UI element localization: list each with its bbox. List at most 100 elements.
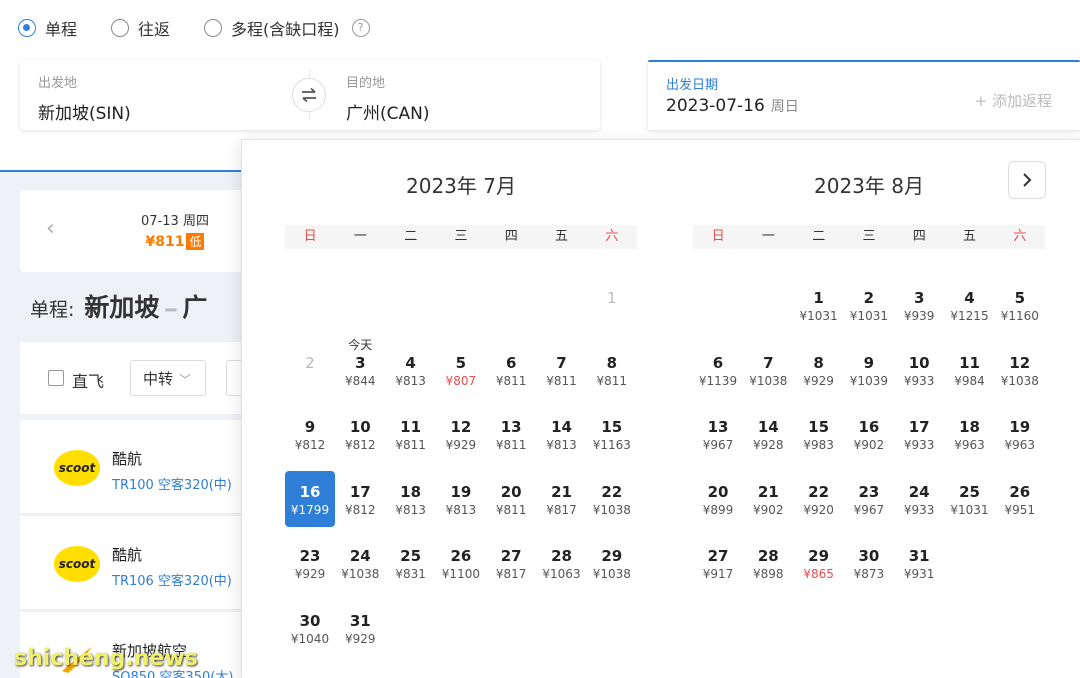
calendar-day[interactable]: 23 ¥929 <box>285 535 335 591</box>
calendar-day[interactable]: 18 ¥813 <box>386 471 436 527</box>
calendar-day[interactable]: 21 ¥902 <box>743 471 793 527</box>
calendar-day[interactable]: 15 ¥983 <box>794 406 844 462</box>
day-price: ¥902 <box>853 438 885 452</box>
next-month-button[interactable] <box>1008 161 1046 199</box>
calendar-day[interactable]: 19 ¥963 <box>995 406 1045 462</box>
day-number: 17 <box>908 418 930 436</box>
help-icon[interactable]: ? <box>351 19 370 37</box>
calendar-day[interactable]: 9 ¥1039 <box>844 342 894 398</box>
calendar-day[interactable]: 6 ¥1139 <box>693 342 743 398</box>
calendar-day[interactable]: 8 ¥929 <box>794 342 844 398</box>
trip-type-multicity[interactable]: 多程(含缺口程) <box>204 16 340 40</box>
calendar-day[interactable]: 29 ¥1038 <box>587 535 637 591</box>
calendar-day[interactable]: 3 ¥939 <box>894 277 944 333</box>
calendar-day[interactable]: 11 ¥811 <box>386 406 436 462</box>
day-number: 30 <box>299 611 321 630</box>
calendar-day[interactable]: 27 ¥917 <box>693 535 743 591</box>
radio-icon[interactable] <box>111 19 130 37</box>
calendar-day[interactable]: 13 ¥967 <box>693 406 743 462</box>
calendar-day[interactable]: 9 ¥812 <box>285 406 335 462</box>
calendar-day[interactable]: 7 ¥1038 <box>743 342 793 398</box>
day-number: 3 <box>913 289 925 307</box>
day-price: ¥1040 <box>290 631 330 646</box>
calendar-day[interactable]: 17 ¥812 <box>335 471 385 527</box>
chevron-left-icon[interactable]: ‹ <box>46 216 55 241</box>
arrival-city-field[interactable]: 目的地 广州(CAN) <box>346 72 429 124</box>
transfer-select[interactable]: 中转 ﹀ <box>130 360 206 396</box>
calendar-day[interactable]: 23 ¥967 <box>844 471 894 527</box>
calendar-day-selected[interactable]: 16 ¥1799 <box>285 470 335 527</box>
calendar-day[interactable]: 12 ¥929 <box>436 406 486 462</box>
calendar-day[interactable]: 27 ¥817 <box>486 535 536 591</box>
calendar-day[interactable]: 14 ¥928 <box>743 406 793 462</box>
calendar-day[interactable]: 1 ¥1031 <box>794 277 844 333</box>
day-number: 25 <box>400 547 422 565</box>
route-prefix: 单程: <box>30 299 75 321</box>
calendar-day[interactable]: 11 ¥984 <box>945 342 995 398</box>
watermark: shicheng.news <box>14 646 198 671</box>
calendar-day[interactable]: 8 ¥811 <box>587 342 637 398</box>
calendar-day[interactable]: 17 ¥933 <box>894 406 944 462</box>
calendar-day[interactable]: 28 ¥1063 <box>537 535 587 591</box>
arrival-city-value[interactable]: 广州(CAN) <box>346 99 429 124</box>
calendar-day[interactable]: 6 ¥811 <box>486 342 536 398</box>
weekday-label: 六 <box>605 229 619 244</box>
calendar-day[interactable]: 13 ¥811 <box>486 406 536 462</box>
calendar-day[interactable]: 25 ¥831 <box>386 535 436 591</box>
weekday-header: 日一二三四五六 <box>285 225 637 249</box>
chevron-down-icon: ﹀ <box>179 373 192 387</box>
calendar-day[interactable]: 30 ¥1040 <box>285 600 335 656</box>
calendar-day[interactable]: 10 ¥812 <box>335 406 385 462</box>
calendar-day[interactable]: 31 ¥931 <box>894 535 944 591</box>
day-number: 28 <box>757 547 779 565</box>
calendar-day[interactable]: 31 ¥929 <box>335 600 385 656</box>
flight-row[interactable]: scoot 酷航 TR100 空客320(中) <box>20 420 250 514</box>
calendar-day[interactable]: 24 ¥1038 <box>335 535 385 591</box>
calendar-day[interactable]: 25 ¥1031 <box>945 471 995 527</box>
flight-row[interactable]: scoot 酷航 TR106 空客320(中) <box>20 516 250 610</box>
calendar-day[interactable]: 4 ¥1215 <box>945 277 995 333</box>
departure-date-value[interactable]: 2023-07-16 周日 <box>666 96 799 116</box>
trip-type-roundtrip[interactable]: 往返 <box>111 16 170 40</box>
calendar-day[interactable]: 7 ¥811 <box>537 342 587 398</box>
calendar-day[interactable]: 21 ¥817 <box>537 471 587 527</box>
departure-date-field[interactable]: 出发日期 2023-07-16 周日 + 添加返程 <box>648 60 1080 130</box>
trip-type-oneway[interactable]: 单程 <box>18 16 77 40</box>
calendar-day[interactable]: 24 ¥933 <box>894 471 944 527</box>
day-price: ¥813 <box>445 502 477 517</box>
calendar-day[interactable]: 16 ¥902 <box>844 406 894 462</box>
calendar-day[interactable]: 14 ¥813 <box>537 406 587 462</box>
calendar-day[interactable]: 19 ¥813 <box>436 471 486 527</box>
date-text: 2023-07-16 <box>666 96 765 116</box>
calendar-day[interactable]: 26 ¥951 <box>995 471 1045 527</box>
calendar-day[interactable]: 15 ¥1163 <box>587 406 637 462</box>
calendar-day[interactable]: 5 ¥1160 <box>995 277 1045 333</box>
add-return-button[interactable]: + 添加返程 <box>975 90 1052 111</box>
route-from: 新加坡 <box>84 293 160 322</box>
calendar-day[interactable]: 26 ¥1100 <box>436 535 486 591</box>
calendar-day[interactable]: 10 ¥933 <box>894 342 944 398</box>
scoot-logo-icon: scoot <box>54 450 100 486</box>
day-price: ¥1038 <box>592 567 631 581</box>
calendar-day[interactable]: 4 ¥813 <box>386 342 436 398</box>
calendar-day[interactable]: 30 ¥873 <box>844 535 894 591</box>
calendar-day[interactable]: 28 ¥898 <box>743 535 793 591</box>
calendar-day[interactable]: 2 ¥1031 <box>844 277 894 333</box>
departure-city-field[interactable]: 出发地 新加坡(SIN) <box>38 72 131 124</box>
swap-cities-button[interactable] <box>292 78 326 112</box>
calendar-day[interactable]: 29 ¥865 <box>794 535 844 591</box>
calendar-day[interactable]: 20 ¥899 <box>693 471 743 527</box>
calendar-day[interactable]: 5 ¥807 <box>436 342 486 398</box>
calendar-day[interactable]: 22 ¥1038 <box>587 471 637 527</box>
day-number: 14 <box>551 418 572 436</box>
strip-date-item[interactable]: 07-13 周四 ¥811 低 <box>120 210 230 250</box>
radio-icon[interactable] <box>204 19 223 37</box>
calendar-day[interactable]: 22 ¥920 <box>794 471 844 527</box>
departure-city-value[interactable]: 新加坡(SIN) <box>38 99 131 124</box>
calendar-day[interactable]: 12 ¥1038 <box>995 342 1045 398</box>
day-price: ¥933 <box>903 438 935 452</box>
radio-selected-icon[interactable] <box>18 19 36 37</box>
calendar-day[interactable]: 20 ¥811 <box>486 471 536 527</box>
direct-checkbox[interactable] <box>48 370 64 386</box>
calendar-day[interactable]: 18 ¥963 <box>945 406 995 462</box>
